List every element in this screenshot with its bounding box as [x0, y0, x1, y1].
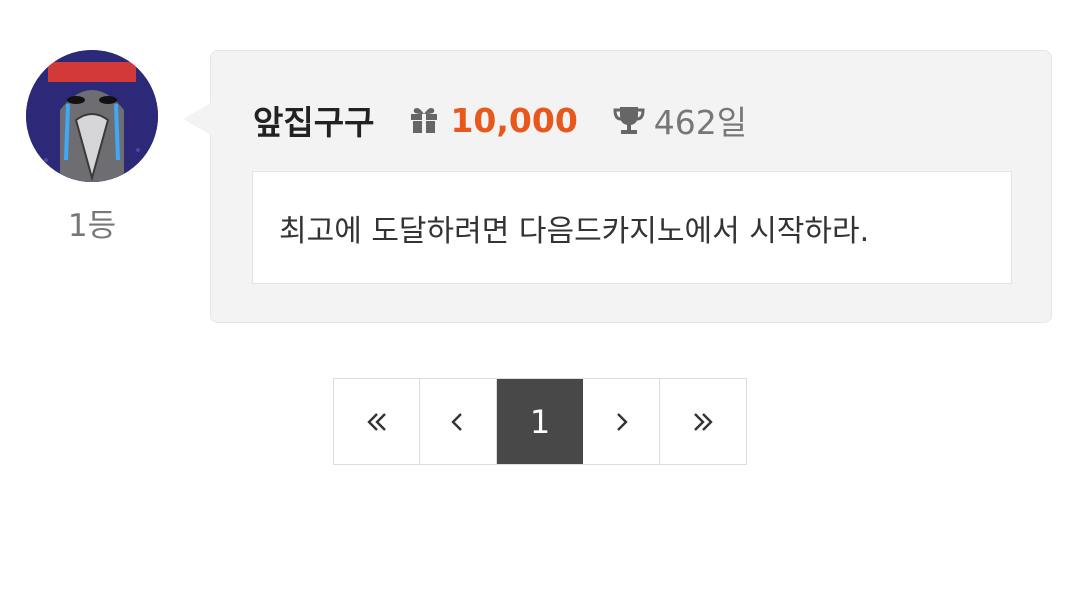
chevron-left-icon [451, 412, 462, 431]
gift-icon [411, 108, 438, 133]
next-page-button[interactable] [583, 379, 660, 464]
first-page-button[interactable] [334, 379, 420, 464]
chevron-right-icon [617, 412, 628, 431]
rank-label: 1등 [67, 208, 117, 244]
comment-text: 최고에 도달하려면 다음드카지노에서 시작하라. [252, 171, 1012, 284]
comment-card: 앞집구구 10,000 462일 최고에 도달하려면 다음드카지노에서 시작하라… [183, 50, 1052, 323]
page-1-button[interactable]: 1 [497, 379, 583, 464]
avatar[interactable] [26, 50, 158, 182]
trophy-icon [613, 107, 645, 134]
author-nickname[interactable]: 앞집구구 [253, 96, 374, 144]
last-page-button[interactable] [660, 379, 746, 464]
member-days: 462일 [653, 103, 748, 142]
comment-meta: 앞집구구 10,000 462일 [253, 95, 747, 145]
card-pointer [183, 103, 211, 135]
double-chevron-left-icon [366, 412, 386, 431]
avatar-image [26, 50, 158, 182]
points-value: 10,000 [450, 100, 578, 140]
double-chevron-right-icon [694, 412, 713, 431]
prev-page-button[interactable] [420, 379, 497, 464]
current-page-number: 1 [529, 402, 551, 441]
pagination: 1 [333, 378, 747, 465]
comment-body: 최고에 도달하려면 다음드카지노에서 시작하라. [279, 213, 870, 249]
